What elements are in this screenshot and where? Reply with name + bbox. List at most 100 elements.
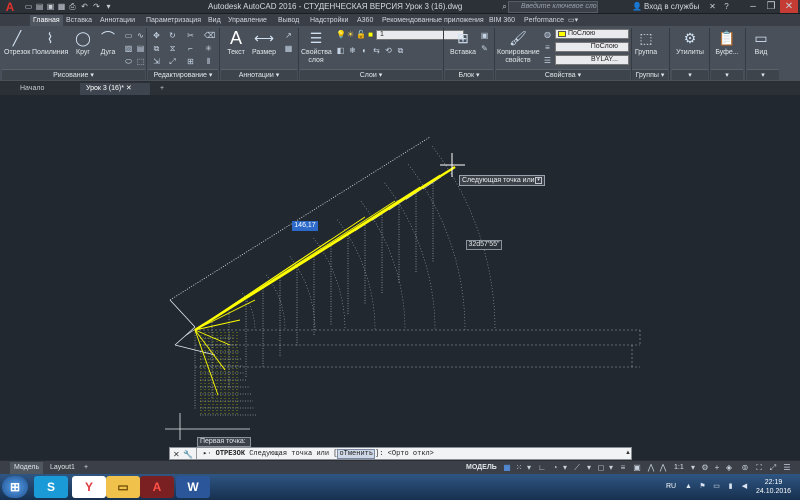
- lineweight-select[interactable]: BYLAY...: [555, 55, 629, 65]
- lineweight-icon[interactable]: ☰: [543, 56, 552, 65]
- annotation-visibility-icon[interactable]: ⋀: [646, 463, 656, 473]
- exchange-icon[interactable]: ✕: [708, 2, 717, 11]
- plus-icon[interactable]: +: [712, 463, 722, 473]
- dropdown-icon[interactable]: ▾: [688, 463, 698, 473]
- utilities-button[interactable]: ⚙ Утилиты: [674, 29, 706, 56]
- tab-addins[interactable]: Надстройки: [310, 15, 348, 26]
- color-select[interactable]: ПоСлою: [555, 29, 629, 39]
- layers-group-label[interactable]: Слои ▾: [300, 69, 442, 80]
- clipboard-group-label[interactable]: ▾: [711, 69, 743, 80]
- minimize-button[interactable]: –: [744, 0, 762, 13]
- trim-icon[interactable]: ✂: [186, 31, 195, 40]
- network-icon[interactable]: ▮: [726, 482, 735, 491]
- ortho-icon[interactable]: ∟: [537, 463, 547, 473]
- print-icon[interactable]: ⎙: [68, 2, 77, 11]
- volume-icon[interactable]: ◀: [740, 482, 749, 491]
- spline-icon[interactable]: ∿: [136, 31, 145, 40]
- tab-featured-apps[interactable]: Рекомендованные приложения: [382, 15, 484, 26]
- rectangle-icon[interactable]: ▭: [124, 31, 133, 40]
- boundary-icon[interactable]: ⬚: [136, 57, 145, 66]
- autocad-logo-icon[interactable]: A: [3, 0, 17, 14]
- dropdown-icon[interactable]: ▾: [584, 463, 594, 473]
- command-history-icon[interactable]: ▲: [625, 450, 631, 456]
- command-option-undo[interactable]: оТменить: [337, 449, 376, 459]
- grid-icon[interactable]: ▦: [502, 463, 512, 473]
- draw-group-label[interactable]: Рисование ▾: [2, 69, 145, 80]
- arc-button[interactable]: ⌒ Дуга: [97, 29, 119, 56]
- scale-icon[interactable]: ⤢: [168, 57, 177, 66]
- customize-icon[interactable]: ☰: [782, 463, 792, 473]
- binoculars-icon[interactable]: ⌕: [500, 2, 509, 11]
- block-group-label[interactable]: Блок ▾: [445, 69, 493, 80]
- tooltip-down-icon[interactable]: ▾: [535, 177, 542, 184]
- word-icon[interactable]: W: [176, 476, 210, 498]
- hardware-accel-icon[interactable]: ⊚: [740, 463, 750, 473]
- block-edit-icon[interactable]: ✎: [480, 44, 489, 53]
- model-space-button[interactable]: МОДЕЛЬ: [462, 462, 501, 474]
- transparency-icon[interactable]: ▣: [632, 463, 642, 473]
- block-create-icon[interactable]: ▣: [480, 31, 489, 40]
- hatch-icon[interactable]: ▨: [124, 44, 133, 53]
- tab-view[interactable]: Вид: [208, 15, 221, 26]
- modify-group-label[interactable]: Редактирование ▾: [148, 69, 218, 80]
- explode-icon[interactable]: ✳: [204, 44, 213, 53]
- drawing-canvas[interactable]: [0, 95, 800, 447]
- gradient-icon[interactable]: ▤: [136, 44, 145, 53]
- tab-a360[interactable]: A360: [357, 15, 373, 26]
- layer-isolate-icon[interactable]: ◧: [336, 46, 345, 55]
- osnap-icon[interactable]: ◻: [596, 463, 606, 473]
- offset-icon[interactable]: ⫴: [204, 57, 213, 66]
- model-tab[interactable]: Модель: [10, 462, 44, 474]
- isolate-icon[interactable]: ◈: [724, 463, 734, 473]
- clock[interactable]: 22:19 24.10.2016: [756, 478, 791, 496]
- leader-icon[interactable]: ↗: [284, 31, 293, 40]
- dropdown-icon[interactable]: ▾: [606, 463, 616, 473]
- mirror-icon[interactable]: ⧖: [168, 44, 177, 53]
- autocad-taskbar-icon[interactable]: A: [140, 476, 174, 498]
- table-icon[interactable]: ▦: [284, 44, 293, 53]
- move-icon[interactable]: ✥: [152, 31, 161, 40]
- layer-match-icon[interactable]: ⇆: [372, 46, 381, 55]
- layout1-tab[interactable]: Layout1: [46, 462, 79, 474]
- circle-button[interactable]: ◯ Круг: [72, 29, 94, 56]
- annotation-auto-icon[interactable]: ⋀: [658, 463, 668, 473]
- properties-group-label[interactable]: Свойства ▾: [496, 69, 630, 80]
- wrench-icon[interactable]: 🔧: [183, 450, 193, 459]
- sun-icon[interactable]: ☀: [346, 30, 355, 39]
- user-icon[interactable]: 👤: [632, 2, 642, 11]
- close-icon[interactable]: ✕: [173, 450, 180, 459]
- close-tab-icon[interactable]: ✕: [126, 85, 132, 92]
- lock-icon[interactable]: 🔓: [356, 30, 366, 39]
- group-button[interactable]: ⬚ Группа: [634, 29, 658, 56]
- tab-parametric[interactable]: Параметризация: [146, 15, 201, 26]
- linetype-icon[interactable]: ≡: [543, 43, 552, 52]
- tab-start[interactable]: Начало: [14, 83, 74, 95]
- lineweight-toggle-icon[interactable]: ≡: [618, 463, 628, 473]
- layer-previous-icon[interactable]: ⟲: [384, 46, 393, 55]
- clean-screen-icon[interactable]: ⤢: [768, 463, 778, 473]
- open-icon[interactable]: ▤: [35, 2, 44, 11]
- tab-performance[interactable]: Performance: [524, 15, 564, 26]
- polar-icon[interactable]: ◔: [550, 463, 560, 473]
- restore-button[interactable]: ❐: [762, 0, 780, 13]
- workspace-icon[interactable]: ⛶: [754, 463, 764, 473]
- layer-properties-button[interactable]: ☰ Свойства слоя: [301, 29, 332, 65]
- clipboard-button[interactable]: 📋 Буфе...: [712, 29, 742, 56]
- view-group-label[interactable]: ▾: [747, 69, 779, 80]
- start-button[interactable]: ⊞: [2, 476, 28, 498]
- color-wheel-icon[interactable]: ◍: [543, 30, 552, 39]
- tab-drawing[interactable]: Урок 3 (16)* ✕: [80, 83, 150, 95]
- tab-insert[interactable]: Вставка: [66, 15, 92, 26]
- bulb-icon[interactable]: 💡: [336, 30, 346, 39]
- close-button[interactable]: ✕: [780, 0, 798, 13]
- tab-bim360[interactable]: BIM 360: [489, 15, 515, 26]
- linetype-select[interactable]: ПоСлою: [555, 42, 629, 52]
- match-properties-button[interactable]: 🖌 Копирование свойств: [497, 29, 540, 65]
- save-icon[interactable]: ▣: [46, 2, 55, 11]
- dynamic-input-field[interactable]: 146,17: [292, 221, 318, 231]
- redo-icon[interactable]: ↷: [92, 2, 101, 11]
- explorer-icon[interactable]: ▭: [106, 476, 140, 498]
- annotation-group-label[interactable]: Аннотации ▾: [221, 69, 297, 80]
- gear-icon[interactable]: ⚙: [700, 463, 710, 473]
- dimension-button[interactable]: ⟷ Размер: [251, 29, 277, 56]
